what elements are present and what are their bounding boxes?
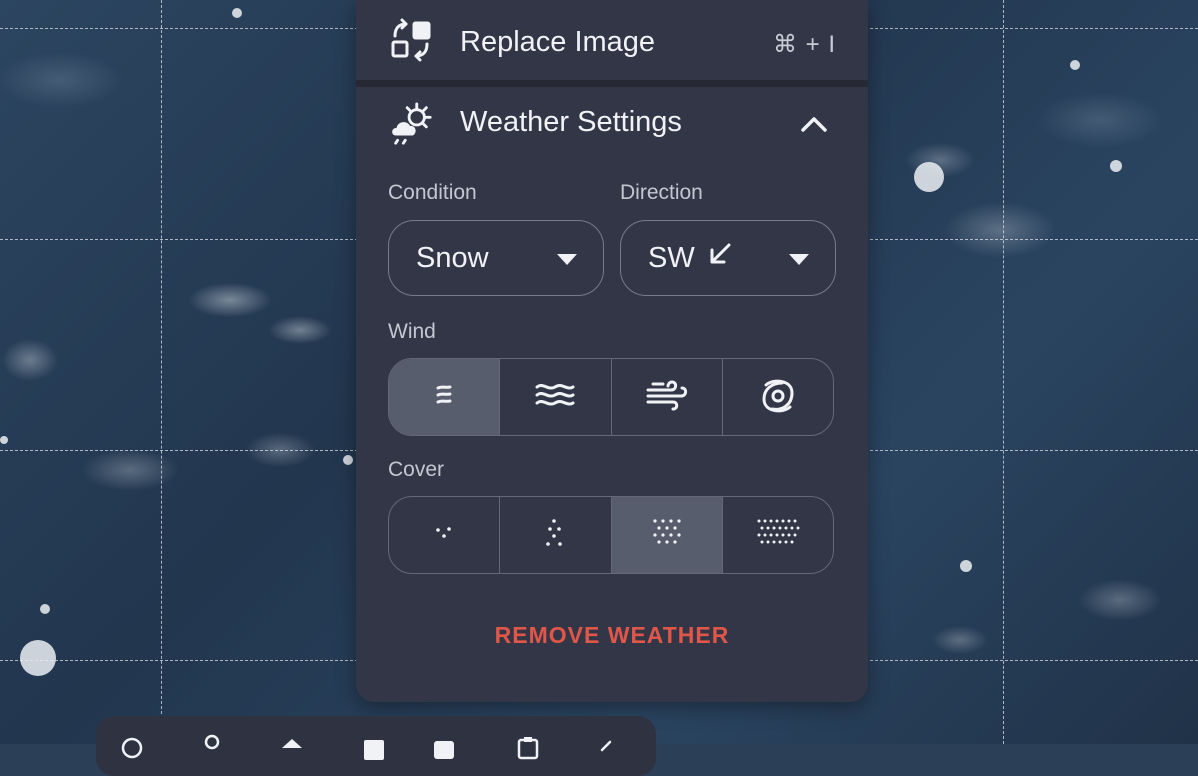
caret-down-icon bbox=[789, 254, 809, 265]
wind-option-light[interactable] bbox=[389, 359, 501, 435]
snowflake bbox=[1070, 60, 1080, 70]
replace-image-title: Replace Image bbox=[460, 26, 656, 58]
grid-line bbox=[1003, 0, 1004, 744]
weather-sun-cloud-icon bbox=[388, 101, 434, 147]
direction-text: SW bbox=[648, 241, 695, 274]
cover-option-sparse[interactable] bbox=[389, 497, 501, 573]
chevron-up-icon[interactable] bbox=[798, 109, 830, 141]
shape-icon[interactable] bbox=[280, 736, 304, 760]
snowflake bbox=[960, 560, 972, 572]
snowflake bbox=[40, 604, 50, 614]
square-icon[interactable] bbox=[362, 738, 386, 762]
direction-label: Direction bbox=[620, 181, 703, 204]
cover-light-icon bbox=[544, 518, 566, 553]
remove-weather-button[interactable]: REMOVE WEATHER bbox=[356, 622, 868, 649]
grid-line bbox=[161, 0, 162, 744]
wind-light-icon bbox=[429, 380, 459, 415]
snowflake bbox=[0, 436, 8, 444]
condition-label: Condition bbox=[388, 181, 477, 204]
snowflake bbox=[232, 8, 242, 18]
cover-segmented-control bbox=[388, 496, 834, 574]
image-settings-panel: Replace Image ⌘ + I Weather Settings Con… bbox=[356, 0, 868, 702]
wind-moderate-icon bbox=[534, 378, 576, 417]
section-divider bbox=[356, 80, 868, 87]
clipboard-icon[interactable] bbox=[516, 736, 540, 760]
cover-medium-icon bbox=[651, 518, 683, 553]
image-icon[interactable] bbox=[432, 738, 456, 762]
cursor-icon[interactable] bbox=[120, 736, 144, 760]
wind-option-strong[interactable] bbox=[612, 359, 723, 435]
wind-segmented-control bbox=[388, 358, 834, 436]
caret-down-icon bbox=[557, 254, 577, 265]
wind-label: Wind bbox=[388, 320, 436, 343]
snowflake bbox=[343, 455, 353, 465]
snowflake bbox=[1110, 160, 1122, 172]
arrow-down-left-icon bbox=[705, 239, 735, 277]
direction-select[interactable]: SW bbox=[620, 220, 836, 296]
condition-value: Snow bbox=[416, 241, 489, 274]
bottom-toolbar bbox=[96, 716, 656, 776]
cover-option-dense[interactable] bbox=[723, 497, 833, 573]
keyboard-shortcut: ⌘ + I bbox=[772, 31, 836, 58]
weather-settings-title: Weather Settings bbox=[460, 106, 682, 138]
replace-image-icon bbox=[388, 17, 434, 63]
wind-strong-icon bbox=[645, 378, 689, 417]
wind-option-moderate[interactable] bbox=[500, 359, 612, 435]
cover-label: Cover bbox=[388, 458, 445, 481]
cover-sparse-icon bbox=[434, 526, 454, 545]
direction-value: SW bbox=[648, 239, 735, 277]
cover-dense-icon bbox=[756, 518, 800, 553]
weather-settings-header[interactable]: Weather Settings bbox=[356, 87, 868, 163]
condition-select[interactable]: Snow bbox=[388, 220, 604, 296]
snowflake bbox=[914, 162, 944, 192]
cover-option-medium[interactable] bbox=[611, 497, 723, 573]
snowflake bbox=[20, 640, 56, 676]
arrow-icon[interactable] bbox=[596, 738, 620, 762]
replace-image-row[interactable]: Replace Image ⌘ + I bbox=[356, 0, 868, 80]
pin-icon[interactable] bbox=[200, 734, 224, 758]
wind-option-hurricane[interactable] bbox=[723, 359, 833, 435]
cover-option-light[interactable] bbox=[500, 497, 612, 573]
hurricane-icon bbox=[758, 375, 798, 420]
